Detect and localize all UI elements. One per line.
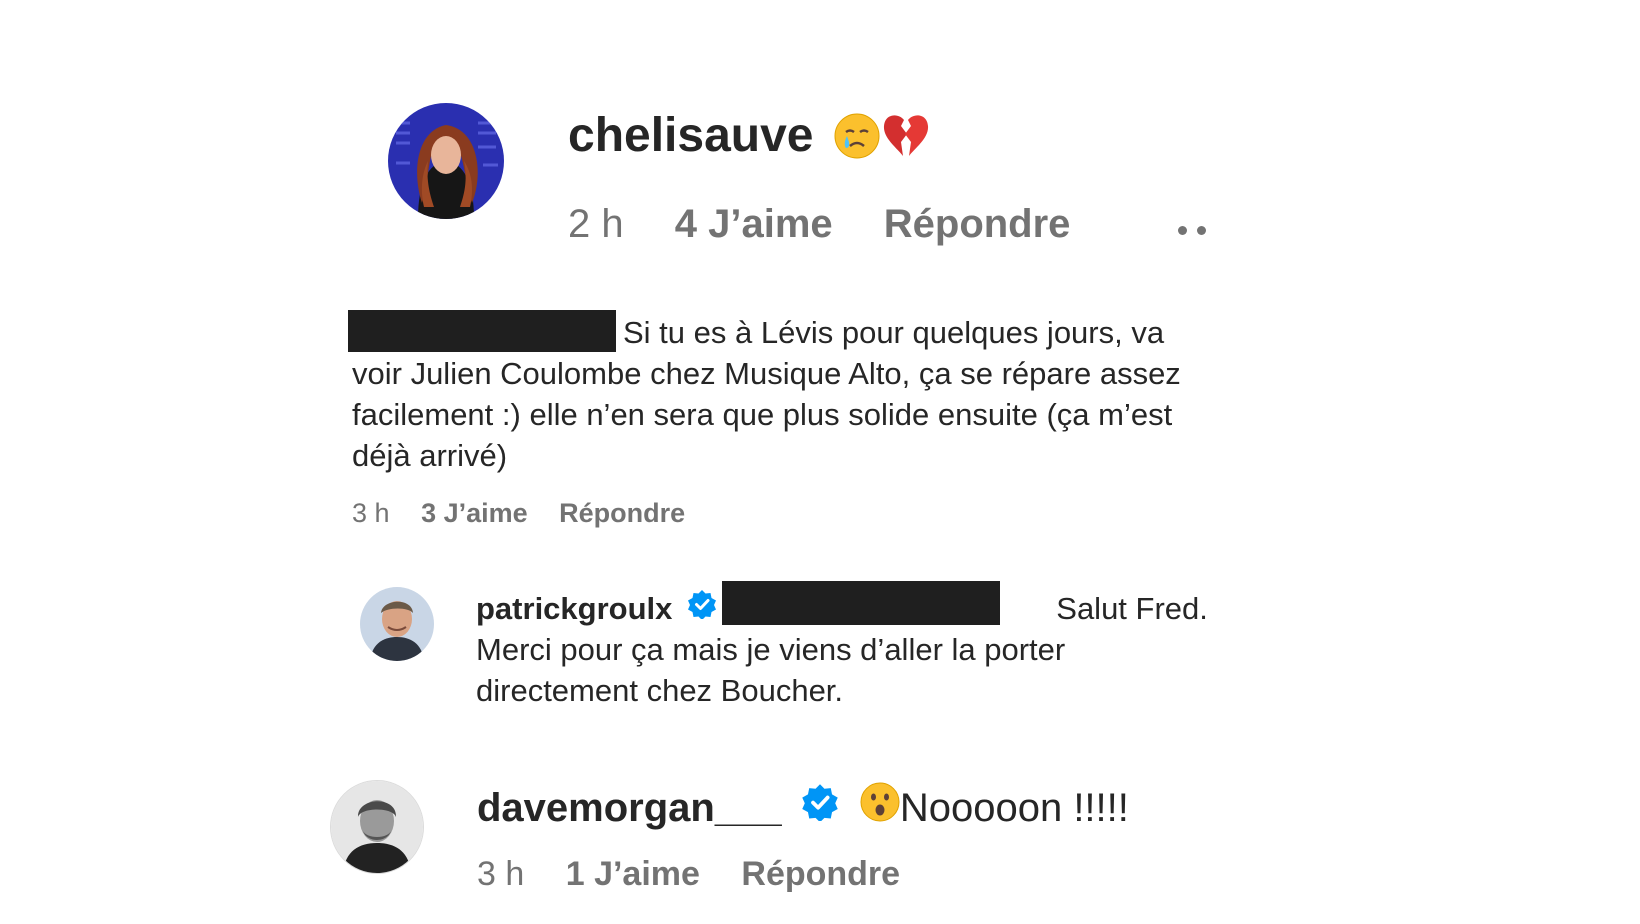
crying-face-icon xyxy=(833,112,881,160)
comment-time: 3 h xyxy=(477,855,525,893)
comment-meta: 3 h 1 J’aime Répondre xyxy=(477,854,900,894)
comment-text-line: Merci pour ça mais je viens d’aller la p… xyxy=(476,632,1066,668)
comment-time: 3 h xyxy=(352,498,390,528)
avatar-chelisauve[interactable] xyxy=(388,103,504,219)
comment-text-line: Salut Fred. xyxy=(1056,591,1208,626)
more-options-icon[interactable] xyxy=(1178,222,1216,240)
comment-body: davemorgan___ Nooooon !!!!! xyxy=(477,782,1129,833)
comment-body: Si tu es à Lévis pour quelques jours, va… xyxy=(352,312,1252,476)
comment-text-line: voir Julien Coulombe chez Musique Alto, … xyxy=(352,356,1181,391)
reply-button[interactable]: Répondre xyxy=(741,855,900,893)
comment-meta: 3 h 3 J’aime Répondre xyxy=(352,497,685,529)
reply-button[interactable]: Répondre xyxy=(884,202,1071,246)
broken-heart-icon xyxy=(881,112,931,158)
likes-link[interactable]: 3 J’aime xyxy=(421,498,528,528)
redacted-mention xyxy=(722,581,1000,625)
comment-text-line: facilement :) elle n’en sera que plus so… xyxy=(352,397,1173,432)
likes-link[interactable]: 1 J’aime xyxy=(566,855,700,893)
verified-badge-icon xyxy=(801,783,839,832)
comment-text-line: directement chez Boucher. xyxy=(476,673,844,709)
reply-button[interactable]: Répondre xyxy=(559,498,685,528)
avatar-patrickgroulx[interactable] xyxy=(360,587,434,661)
username-chelisauve[interactable]: chelisauve xyxy=(568,109,813,162)
avatar-davemorgan[interactable] xyxy=(331,781,423,873)
comment-time: 2 h xyxy=(568,202,624,246)
comment-meta: 2 h 4 J’aime Répondre xyxy=(568,200,1070,248)
comment-text-line: Si tu es à Lévis pour quelques jours, va xyxy=(623,315,1165,350)
astonished-face-icon xyxy=(860,782,900,833)
comment-text: Nooooon !!!!! xyxy=(899,786,1129,830)
username-patrickgroulx[interactable]: patrickgroulx xyxy=(476,591,672,626)
likes-link[interactable]: 4 J’aime xyxy=(675,202,833,246)
verified-badge-icon xyxy=(687,588,717,629)
comment-text-line: déjà arrivé) xyxy=(352,438,508,473)
comment-username[interactable]: chelisauve xyxy=(568,110,813,162)
username-davemorgan[interactable]: davemorgan___ xyxy=(477,786,782,830)
